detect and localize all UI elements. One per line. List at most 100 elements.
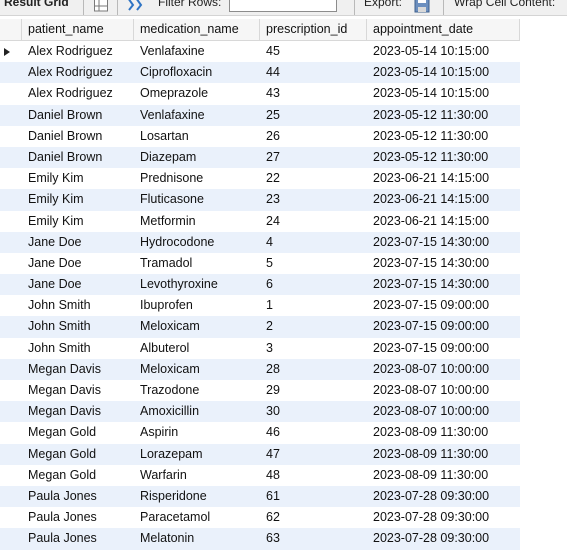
table-row[interactable]: Jane Doe Hydrocodone 4 2023-07-15 14:30:00 [0,231,520,253]
table-row[interactable]: Megan Davis Amoxicillin 30 2023-08-07 10:00… [0,401,520,423]
patient-name-cell[interactable]: Alex Rodriguez [22,62,134,83]
prescription-id-cell[interactable]: 23 [260,189,367,210]
table-row[interactable]: Alex Rodriguez Omeprazole 43 2023-05-14 10:… [0,83,520,104]
appointment-date-cell[interactable]: 2023-07-28 09:30:00 [367,528,520,549]
patient-name-cell[interactable]: Emily Kim [22,189,134,210]
table-row[interactable]: Jane Doe Tramadol 5 2023-07-15 14:30:00 [0,253,520,274]
table-row[interactable]: Megan Gold Aspirin 46 2023-08-09 11:30:00 [0,422,520,443]
medication-name-cell[interactable]: Melatonin [134,528,260,549]
row-header[interactable] [0,465,22,486]
prescription-id-cell[interactable]: 25 [260,105,367,126]
row-header[interactable] [0,380,22,401]
appointment-date-cell[interactable]: 2023-08-07 10:00:00 [367,401,520,422]
filter-icon[interactable] [126,0,144,12]
patient-name-cell[interactable]: Jane Doe [22,232,134,253]
table-row[interactable]: Jane Doe Levothyroxine 6 2023-07-15 14:30:0… [0,274,520,296]
table-row[interactable]: Daniel Brown Losartan 26 2023-05-12 11:30:0… [0,126,520,147]
appointment-date-cell[interactable]: 2023-07-15 14:30:00 [367,274,520,295]
row-header[interactable] [0,41,22,62]
appointment-date-cell[interactable]: 2023-07-15 09:00:00 [367,316,520,337]
patient-name-cell[interactable]: Alex Rodriguez [22,83,134,104]
prescription-id-cell[interactable]: 22 [260,168,367,189]
medication-name-cell[interactable]: Fluticasone [134,189,260,210]
prescription-id-cell[interactable]: 28 [260,359,367,380]
row-header[interactable] [0,444,22,465]
prescription-id-cell[interactable]: 30 [260,401,367,422]
patient-name-cell[interactable]: Alex Rodriguez [22,41,134,62]
prescription-id-cell[interactable]: 62 [260,507,367,528]
patient-name-cell[interactable]: Megan Davis [22,380,134,401]
medication-name-cell[interactable]: Lorazepam [134,444,260,465]
prescription-id-cell[interactable]: 48 [260,465,367,486]
row-header[interactable] [0,316,22,337]
table-row[interactable]: Alex Rodriguez Venlafaxine 45 2023-05-14 10… [0,41,520,62]
table-row[interactable]: Paula Jones Melatonin 63 2023-07-28 09:30:0… [0,528,520,550]
appointment-date-cell[interactable]: 2023-05-12 11:30:00 [367,147,520,168]
patient-name-cell[interactable]: Jane Doe [22,253,134,274]
medication-name-cell[interactable]: Ibuprofen [134,295,260,316]
prescription-id-cell[interactable]: 44 [260,62,367,83]
row-header[interactable] [0,211,22,232]
appointment-date-cell[interactable]: 2023-07-15 09:00:00 [367,295,520,316]
patient-name-cell[interactable]: Paula Jones [22,528,134,549]
prescription-id-cell[interactable]: 46 [260,422,367,443]
table-row[interactable]: Megan Gold Lorazepam 47 2023-08-09 11:30:00 [0,443,520,465]
result-grid-tab[interactable]: Result Grid [4,0,69,9]
row-header[interactable] [0,507,22,528]
row-header[interactable] [0,486,22,507]
appointment-date-cell[interactable]: 2023-05-14 10:15:00 [367,41,520,62]
row-header[interactable] [0,232,22,253]
appointment-date-cell[interactable]: 2023-06-21 14:15:00 [367,189,520,210]
prescription-id-cell[interactable]: 6 [260,274,367,295]
appointment-date-cell[interactable]: 2023-05-14 10:15:00 [367,83,520,104]
column-header-appointment-date[interactable]: appointment_date [367,19,520,40]
patient-name-cell[interactable]: Daniel Brown [22,147,134,168]
row-header[interactable] [0,422,22,443]
prescription-id-cell[interactable]: 29 [260,380,367,401]
patient-name-cell[interactable]: Megan Davis [22,401,134,422]
prescription-id-cell[interactable]: 5 [260,253,367,274]
column-header-patient-name[interactable]: patient_name [22,19,134,40]
appointment-date-cell[interactable]: 2023-06-21 14:15:00 [367,168,520,189]
table-row[interactable]: Emily Kim Metformin 24 2023-06-21 14:15:00 [0,211,520,232]
prescription-id-cell[interactable]: 61 [260,486,367,507]
column-header-prescription-id[interactable]: prescription_id [260,19,367,40]
wrap-cell-label[interactable]: Wrap Cell Content: [454,0,555,9]
column-header-medication-name[interactable]: medication_name [134,19,260,40]
medication-name-cell[interactable]: Venlafaxine [134,41,260,62]
medication-name-cell[interactable]: Aspirin [134,422,260,443]
prescription-id-cell[interactable]: 26 [260,126,367,147]
row-header[interactable] [0,528,22,549]
medication-name-cell[interactable]: Amoxicillin [134,401,260,422]
grid-view-icon[interactable] [94,0,108,12]
appointment-date-cell[interactable]: 2023-08-09 11:30:00 [367,422,520,443]
table-row[interactable]: Megan Davis Trazodone 29 2023-08-07 10:00:0… [0,380,520,401]
medication-name-cell[interactable]: Tramadol [134,253,260,274]
patient-name-cell[interactable]: Paula Jones [22,486,134,507]
row-header[interactable] [0,62,22,83]
medication-name-cell[interactable]: Diazepam [134,147,260,168]
table-row[interactable]: Emily Kim Fluticasone 23 2023-06-21 14:15:0… [0,189,520,211]
medication-name-cell[interactable]: Warfarin [134,465,260,486]
appointment-date-cell[interactable]: 2023-08-09 11:30:00 [367,465,520,486]
table-row[interactable]: John Smith Ibuprofen 1 2023-07-15 09:00:00 [0,295,520,316]
medication-name-cell[interactable]: Venlafaxine [134,105,260,126]
table-row[interactable]: Emily Kim Prednisone 22 2023-06-21 14:15:00 [0,168,520,189]
row-header[interactable] [0,359,22,380]
table-row[interactable]: Alex Rodriguez Ciprofloxacin 44 2023-05-14 … [0,62,520,84]
patient-name-cell[interactable]: John Smith [22,338,134,359]
table-row[interactable]: Daniel Brown Venlafaxine 25 2023-05-12 11:3… [0,104,520,126]
prescription-id-cell[interactable]: 63 [260,528,367,549]
medication-name-cell[interactable]: Risperidone [134,486,260,507]
patient-name-cell[interactable]: Megan Gold [22,465,134,486]
medication-name-cell[interactable]: Paracetamol [134,507,260,528]
patient-name-cell[interactable]: Paula Jones [22,507,134,528]
patient-name-cell[interactable]: Emily Kim [22,168,134,189]
prescription-id-cell[interactable]: 1 [260,295,367,316]
prescription-id-cell[interactable]: 43 [260,83,367,104]
medication-name-cell[interactable]: Metformin [134,211,260,232]
medication-name-cell[interactable]: Albuterol [134,338,260,359]
patient-name-cell[interactable]: Megan Gold [22,422,134,443]
patient-name-cell[interactable]: Daniel Brown [22,105,134,126]
medication-name-cell[interactable]: Ciprofloxacin [134,62,260,83]
